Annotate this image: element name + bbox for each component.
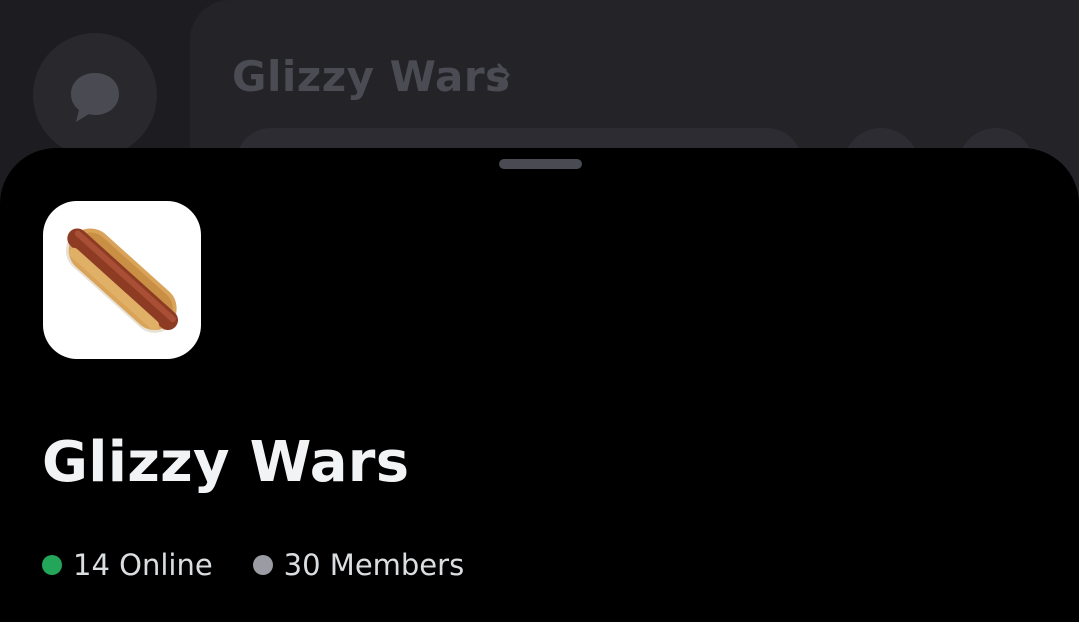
online-status-dot [42,555,62,575]
members-status-dot [252,555,273,575]
chevron-right-icon [497,63,510,87]
direct-messages-button[interactable] [33,33,157,157]
server-name: Glizzy Wars [42,430,410,495]
member-count-label: 30 Members [283,548,465,582]
hotdog-icon [65,228,179,333]
chat-bubble-icon [71,73,119,122]
sheet-drag-handle[interactable] [499,159,582,169]
member-count: 30 Members [252,548,465,582]
header-server-title[interactable]: Glizzy Wars [232,52,511,101]
online-count-label: 14 Online [73,548,213,582]
server-icon [43,201,201,359]
server-stats: 14 Online 30 Members [42,548,464,582]
online-count: 14 Online [42,548,213,582]
server-info-sheet: Glizzy Wars 14 Online 30 Members [0,148,1079,622]
